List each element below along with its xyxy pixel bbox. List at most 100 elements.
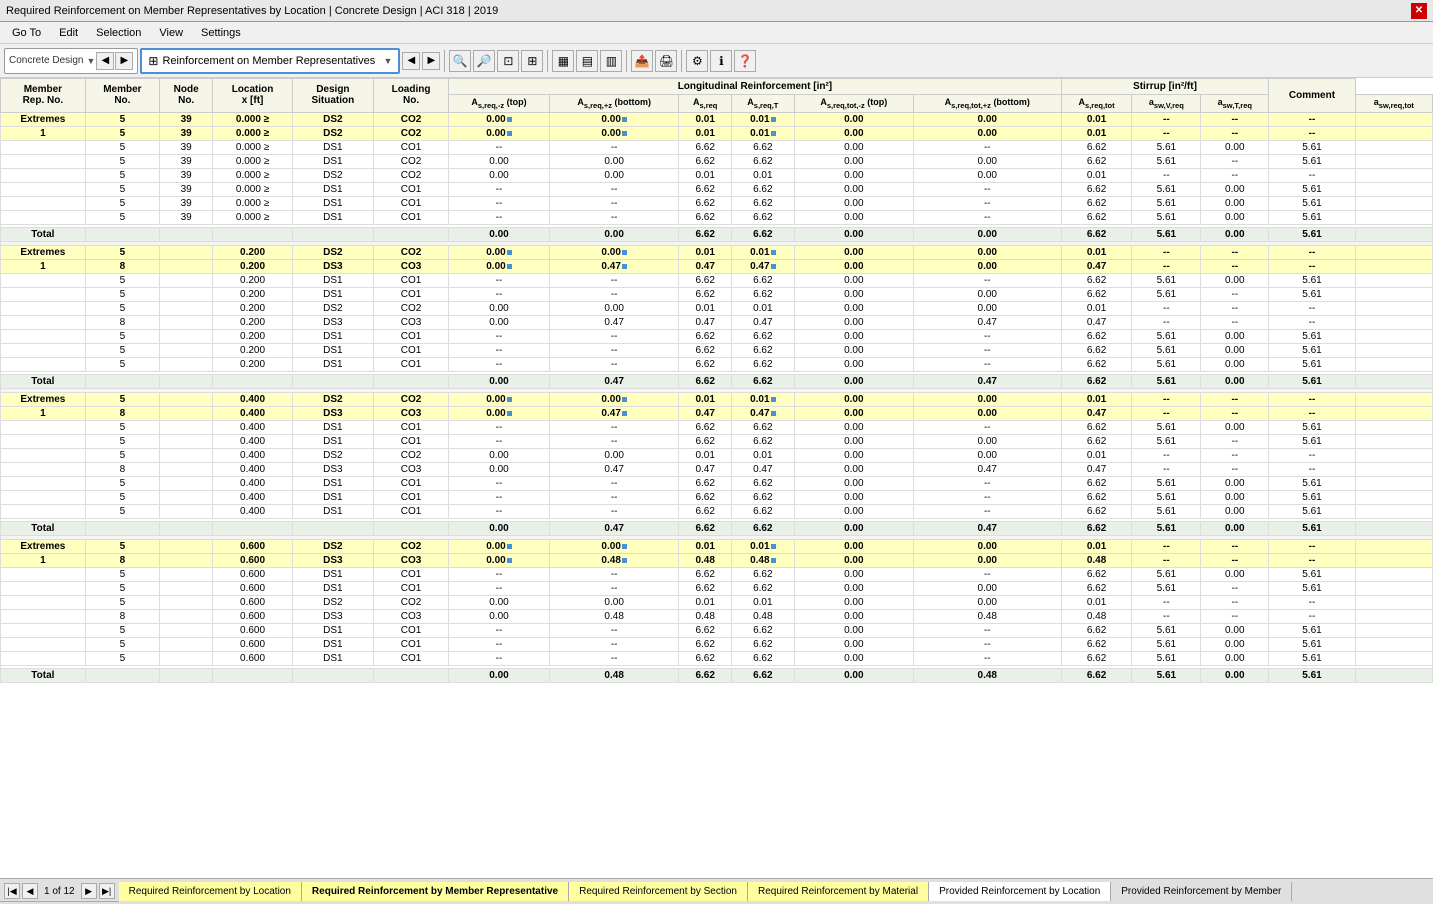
table-cell: 0.600 xyxy=(213,581,292,595)
tab-req-by-section[interactable]: Required Reinforcement by Section xyxy=(569,882,748,901)
table-cell: 0.00 xyxy=(449,462,550,476)
settings-btn[interactable]: ⚙ xyxy=(686,50,708,72)
table-cell: 0.48 xyxy=(1061,609,1132,623)
th-as-req-t2: As,req,T xyxy=(731,95,794,113)
table-cell xyxy=(160,301,213,315)
table-container[interactable]: MemberRep. No. MemberNo. NodeNo. Locatio… xyxy=(0,78,1433,878)
table-cell: DS3 xyxy=(292,609,373,623)
table-cell: CO1 xyxy=(373,210,448,224)
table-cell xyxy=(1,609,86,623)
nav-prev-btn[interactable]: ◀ xyxy=(96,52,114,70)
table-cell: 6.62 xyxy=(731,567,794,581)
dropdown-arrow[interactable]: ▼ xyxy=(383,56,392,66)
table-cell: DS1 xyxy=(292,420,373,434)
table-cell: 6.62 xyxy=(679,227,731,241)
table-cell xyxy=(1,434,86,448)
select-btn[interactable]: ⊞ xyxy=(521,50,543,72)
table-cell xyxy=(160,637,213,651)
table-cell: DS1 xyxy=(292,476,373,490)
last-page-btn[interactable]: ▶| xyxy=(99,883,115,899)
table-cell xyxy=(160,539,213,553)
next-page-btn[interactable]: ▶ xyxy=(81,883,97,899)
table-cell: 5 xyxy=(85,651,159,665)
table-cell: 0.00 xyxy=(794,476,913,490)
table-cell: 0.00 xyxy=(913,227,1061,241)
table-cell xyxy=(160,392,213,406)
table-cell: DS2 xyxy=(292,595,373,609)
table-cell xyxy=(160,434,213,448)
zoom-in-btn[interactable]: 🔍 xyxy=(449,50,471,72)
menu-settings[interactable]: Settings xyxy=(193,25,249,41)
table-cell: 0.00 xyxy=(794,182,913,196)
table-cell: -- xyxy=(1201,553,1269,567)
table-cell: 6.62 xyxy=(731,490,794,504)
table-cell: Total xyxy=(1,374,86,388)
table-cell: 6.62 xyxy=(679,637,731,651)
main-content: MemberRep. No. MemberNo. NodeNo. Locatio… xyxy=(0,78,1433,878)
app-dropdown-arrow[interactable]: ▼ xyxy=(86,56,95,66)
table-cell: 0.00 xyxy=(794,521,913,535)
table-cell: DS1 xyxy=(292,651,373,665)
table-cell: -- xyxy=(913,357,1061,371)
app-selector[interactable]: Concrete Design ▼ ◀ ▶ xyxy=(4,48,138,74)
page-left-btn[interactable]: ◀ xyxy=(402,52,420,70)
table-cell: CO2 xyxy=(373,448,448,462)
filter-btn3[interactable]: ▥ xyxy=(600,50,622,72)
table-cell: -- xyxy=(1201,315,1269,329)
table-cell: 5 xyxy=(85,140,159,154)
table-cell: -- xyxy=(449,357,550,371)
table-cell: DS1 xyxy=(292,196,373,210)
filter-btn2[interactable]: ▤ xyxy=(576,50,598,72)
zoom-out-btn[interactable]: 🔎 xyxy=(473,50,495,72)
table-cell xyxy=(213,374,292,388)
table-cell: 5.61 xyxy=(1132,434,1201,448)
table-cell: 6.62 xyxy=(679,567,731,581)
menu-selection[interactable]: Selection xyxy=(88,25,149,41)
menu-goto[interactable]: Go To xyxy=(4,25,49,41)
table-cell: -- xyxy=(1201,154,1269,168)
menu-edit[interactable]: Edit xyxy=(51,25,86,41)
first-page-btn[interactable]: |◀ xyxy=(4,883,20,899)
table-cell: 0.600 xyxy=(213,651,292,665)
table-cell: 0.400 xyxy=(213,490,292,504)
table-cell xyxy=(1,504,86,518)
tab-req-by-material[interactable]: Required Reinforcement by Material xyxy=(748,882,929,901)
tab-req-by-location[interactable]: Required Reinforcement by Location xyxy=(119,882,302,901)
table-cell xyxy=(1,623,86,637)
table-cell: 5 xyxy=(85,420,159,434)
export-btn[interactable]: 📤 xyxy=(631,50,653,72)
print-btn[interactable]: 🖨 xyxy=(655,50,677,72)
table-cell: 6.62 xyxy=(679,273,731,287)
table-cell: 0.01 xyxy=(1061,112,1132,126)
fit-btn[interactable]: ⊡ xyxy=(497,50,519,72)
table-cell: 0.00 xyxy=(449,112,550,126)
table-cell: -- xyxy=(1269,168,1355,182)
tab-prov-by-location[interactable]: Provided Reinforcement by Location xyxy=(929,882,1111,901)
table-cell: -- xyxy=(1201,245,1269,259)
nav-next-btn[interactable]: ▶ xyxy=(115,52,133,70)
tab-req-by-member-rep[interactable]: Required Reinforcement by Member Represe… xyxy=(302,882,569,901)
menu-view[interactable]: View xyxy=(151,25,191,41)
dropdown-label: Reinforcement on Member Representatives xyxy=(162,55,383,67)
table-row: 50.200DS1CO1----6.626.620.000.006.625.61… xyxy=(1,287,1433,301)
table-cell: 0.00 xyxy=(794,273,913,287)
table-cell: 0.01 xyxy=(679,539,731,553)
view-dropdown[interactable]: ⊞ Reinforcement on Member Representative… xyxy=(140,48,400,74)
table-cell: -- xyxy=(1201,448,1269,462)
info-btn[interactable]: ℹ xyxy=(710,50,732,72)
table-cell: CO1 xyxy=(373,196,448,210)
table-row: 180.600DS3CO30.000.480.480.480.000.000.4… xyxy=(1,553,1433,567)
help-btn[interactable]: ❓ xyxy=(734,50,756,72)
table-cell: 6.62 xyxy=(679,476,731,490)
table-cell xyxy=(160,448,213,462)
table-cell: 0.600 xyxy=(213,539,292,553)
table-cell: 0.00 xyxy=(449,301,550,315)
filter-btn1[interactable]: ▦ xyxy=(552,50,574,72)
table-cell: 0.00 xyxy=(794,329,913,343)
table-cell: -- xyxy=(913,140,1061,154)
table-row: 50.400DS2CO20.000.000.010.010.000.000.01… xyxy=(1,448,1433,462)
close-button[interactable]: ✕ xyxy=(1411,3,1427,19)
page-right-btn[interactable]: ▶ xyxy=(422,52,440,70)
tab-prov-by-member[interactable]: Provided Reinforcement by Member xyxy=(1111,882,1292,901)
prev-page-btn[interactable]: ◀ xyxy=(22,883,38,899)
